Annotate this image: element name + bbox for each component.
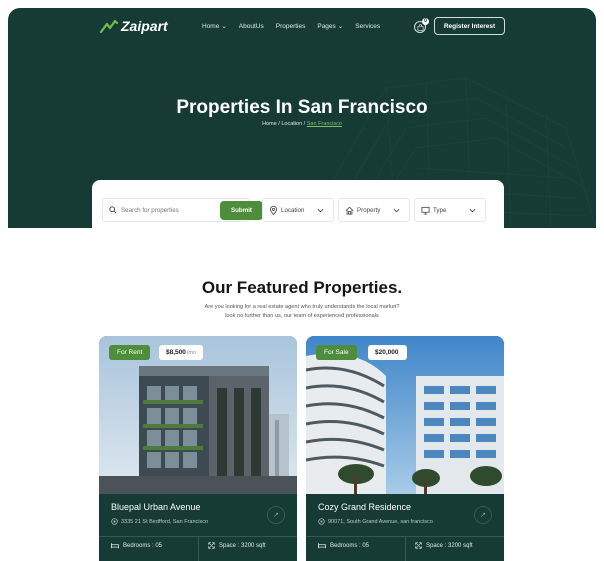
expand-icon (415, 542, 422, 549)
breadcrumb: Home / Location / San Francisco (262, 121, 342, 127)
map-pin-icon (269, 205, 278, 215)
logo-text: Zaipart (121, 18, 168, 34)
featured-title: Our Featured Properties. (201, 278, 403, 297)
search-panel: Submit Location Property Type (92, 180, 504, 228)
card-address: 3335 21 St Bedfford, San Francisco (111, 518, 208, 525)
menu-item-home[interactable]: Home ⌄ (202, 22, 227, 31)
location-dropdown[interactable]: Location (262, 198, 334, 222)
arrow-up-right-icon[interactable]: ↗ (474, 506, 492, 524)
chevron-down-icon (469, 208, 476, 213)
breadcrumb-home[interactable]: Home (262, 121, 277, 127)
page: Zaipart Home ⌄ AboutUs Properties Pages ⌄ … (0, 0, 604, 561)
map-pin-icon (318, 518, 325, 525)
property-label: Property (357, 206, 381, 214)
price-badge: $20,000 (368, 345, 407, 360)
menu-item-aboutus[interactable]: AboutUs (239, 22, 264, 30)
bag-icon (417, 24, 424, 31)
chevron-down-icon: ⌄ (221, 23, 227, 30)
cart-button[interactable]: 0 (414, 18, 429, 33)
cart-badge: 0 (422, 18, 429, 25)
submit-button[interactable]: Submit (220, 201, 263, 220)
chevron-down-icon (317, 208, 324, 213)
card-title[interactable]: Bluepal Urban Avenue (111, 502, 200, 512)
property-card[interactable]: For Sale $20,000 Cozy Grand Residence 90… (306, 336, 504, 561)
logo-house-icon (100, 19, 118, 33)
type-dropdown[interactable]: Type (414, 198, 486, 222)
bedrooms-info: Bedrooms : 05 (111, 542, 162, 549)
monitor-icon (421, 206, 430, 215)
breadcrumb-location[interactable]: Location (281, 121, 302, 127)
card-address: 90071, South Grand Avenue, san francisco (318, 518, 433, 525)
logo[interactable]: Zaipart (100, 18, 168, 34)
type-label: Type (433, 206, 447, 214)
breadcrumb-current[interactable]: San Francisco (307, 121, 342, 127)
page-title: Properties In San Francisco (176, 97, 428, 118)
menu-item-properties[interactable]: Properties (276, 22, 306, 30)
card-info: Bluepal Urban Avenue 3335 21 St Bedfford… (99, 494, 297, 561)
bedrooms-info: Bedrooms : 05 (318, 542, 369, 549)
space-info: Space : 3200 sqft (208, 542, 266, 549)
divider (405, 537, 406, 561)
location-label: Location (281, 206, 305, 214)
search-input[interactable] (121, 204, 206, 217)
map-pin-icon (111, 518, 118, 525)
card-info: Cozy Grand Residence 90071, South Grand … (306, 494, 504, 561)
expand-icon (208, 542, 215, 549)
search-icon (109, 206, 117, 214)
featured-subtitle: Are you looking for a real estate agent … (204, 304, 400, 319)
search-box[interactable]: Submit (102, 198, 263, 222)
home-icon (345, 206, 354, 215)
divider (198, 537, 199, 561)
arrow-up-right-icon[interactable]: ↗ (267, 506, 285, 524)
listing-status-badge: For Sale (316, 345, 357, 360)
menu-item-services[interactable]: Services (355, 22, 380, 30)
price-badge: $8,500/mo (159, 345, 204, 360)
card-title[interactable]: Cozy Grand Residence (318, 502, 411, 512)
bed-icon (318, 543, 326, 549)
main-menu: Home ⌄ AboutUs Properties Pages ⌄ Services (202, 22, 380, 31)
space-info: Space : 3200 sqft (415, 542, 473, 549)
property-dropdown[interactable]: Property (338, 198, 410, 222)
chevron-down-icon (393, 208, 400, 213)
bed-icon (111, 543, 119, 549)
menu-item-pages[interactable]: Pages ⌄ (317, 22, 344, 31)
listing-status-badge: For Rent (109, 345, 151, 360)
register-interest-button[interactable]: Register Interest (434, 17, 505, 35)
top-nav: Zaipart Home ⌄ AboutUs Properties Pages ⌄ … (8, 8, 596, 44)
chevron-down-icon: ⌄ (337, 23, 344, 30)
property-card[interactable]: For Rent $8,500/mo Bluepal Urban Avenue … (99, 336, 297, 561)
